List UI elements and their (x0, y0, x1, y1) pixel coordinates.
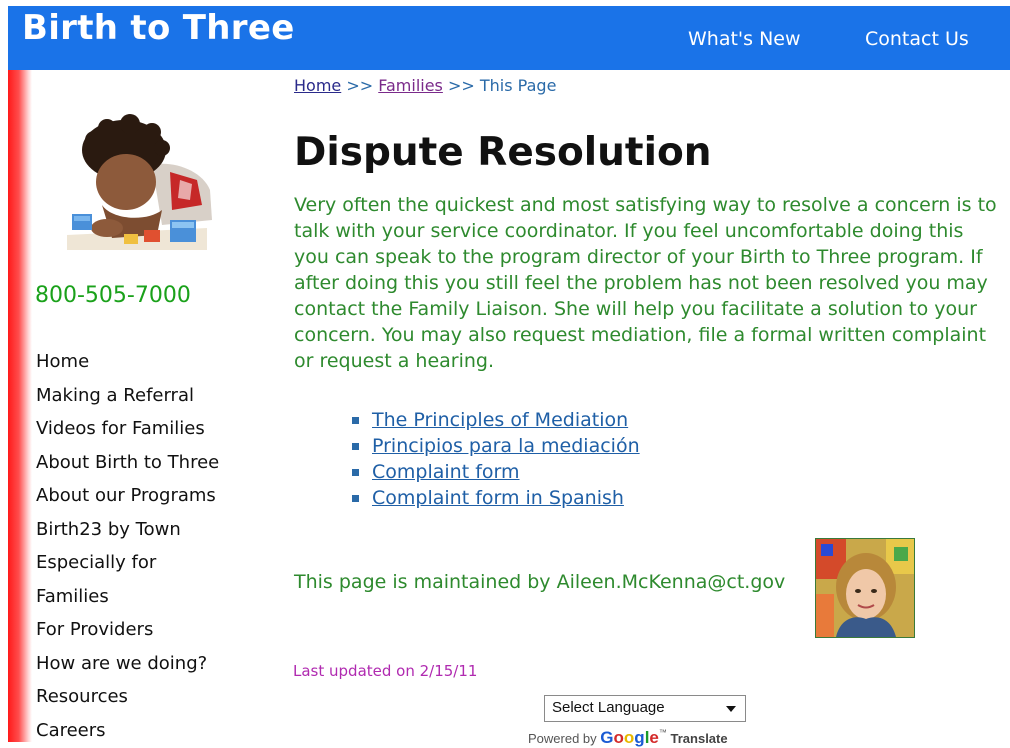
google-letter: o (613, 728, 624, 747)
google-letter: G (600, 728, 614, 747)
breadcrumb-families-link[interactable]: Families (378, 76, 443, 95)
bullet-icon (352, 469, 359, 476)
principles-of-mediation-link[interactable]: The Principles of Mediation (372, 409, 628, 431)
complaint-form-spanish-link[interactable]: Complaint form in Spanish (372, 487, 624, 509)
last-updated: Last updated on 2/15/11 (293, 662, 478, 680)
sidebar-item-videos-for-families[interactable]: Videos for Families (36, 412, 256, 446)
sidebar-item-families[interactable]: Families (36, 580, 256, 614)
powered-by-text: Powered by (528, 731, 597, 746)
bullet-icon (352, 495, 359, 502)
list-item: The Principles of Mediation (352, 407, 640, 433)
breadcrumb-separator: >> (447, 76, 475, 95)
bullet-icon (352, 417, 359, 424)
list-item: Principios para la mediación (352, 433, 640, 459)
sidebar-item-resources[interactable]: Resources (36, 680, 256, 714)
breadcrumb-separator: >> (346, 76, 374, 95)
sidebar-item-about-our-programs[interactable]: About our Programs (36, 479, 256, 513)
breadcrumb-home-link[interactable]: Home (294, 76, 341, 95)
chevron-down-icon (726, 706, 736, 712)
bullet-icon (352, 443, 359, 450)
list-item: Complaint form in Spanish (352, 485, 640, 511)
sidebar-item-birth23-by-town[interactable]: Birth23 by Town (36, 513, 256, 547)
sidebar-nav: Home Making a Referral Videos for Famili… (36, 345, 256, 747)
google-letter: o (623, 728, 635, 747)
contact-us-link[interactable]: Contact Us (865, 28, 969, 50)
principios-mediacion-link[interactable]: Principios para la mediación (372, 435, 640, 457)
maintainer-note: This page is maintained by Aileen.McKenn… (294, 571, 786, 593)
sidebar-item-making-a-referral[interactable]: Making a Referral (36, 379, 256, 413)
sidebar-item-especially-for[interactable]: Especially for (36, 546, 256, 580)
google-letter: e (649, 728, 659, 747)
intro-paragraph: Very often the quickest and most satisfy… (294, 194, 997, 372)
document-links: The Principles of Mediation Principios p… (352, 407, 640, 511)
sidebar-item-about-birth-to-three[interactable]: About Birth to Three (36, 446, 256, 480)
google-letter: g (634, 728, 645, 747)
site-title[interactable]: Birth to Three (22, 8, 295, 48)
site-header: Birth to Three What's New Contact Us (8, 6, 1010, 70)
language-select[interactable]: Select Language (544, 695, 746, 722)
breadcrumb: Home >> Families >> This Page (294, 76, 556, 95)
breadcrumb-current: This Page (479, 76, 557, 95)
list-item: Complaint form (352, 459, 640, 485)
sidebar-item-home[interactable]: Home (36, 345, 256, 379)
whats-new-link[interactable]: What's New (688, 28, 801, 50)
toddler-photo (62, 110, 212, 250)
trademark-symbol: ™ (658, 728, 667, 737)
phone-number: 800-505-7000 (35, 283, 191, 308)
powered-by-google-translate: Powered by Google™ Translate (528, 728, 728, 748)
google-logo[interactable]: Google (600, 728, 659, 747)
complaint-form-link[interactable]: Complaint form (372, 461, 520, 483)
page-title: Dispute Resolution (294, 130, 712, 175)
sidebar-item-for-providers[interactable]: For Providers (36, 613, 256, 647)
maintainer-photo (815, 538, 915, 638)
language-select-value: Select Language (552, 699, 665, 716)
translate-text[interactable]: Translate (671, 731, 728, 746)
sidebar-item-how-are-we-doing[interactable]: How are we doing? (36, 647, 256, 681)
left-accent-bar (8, 70, 32, 742)
